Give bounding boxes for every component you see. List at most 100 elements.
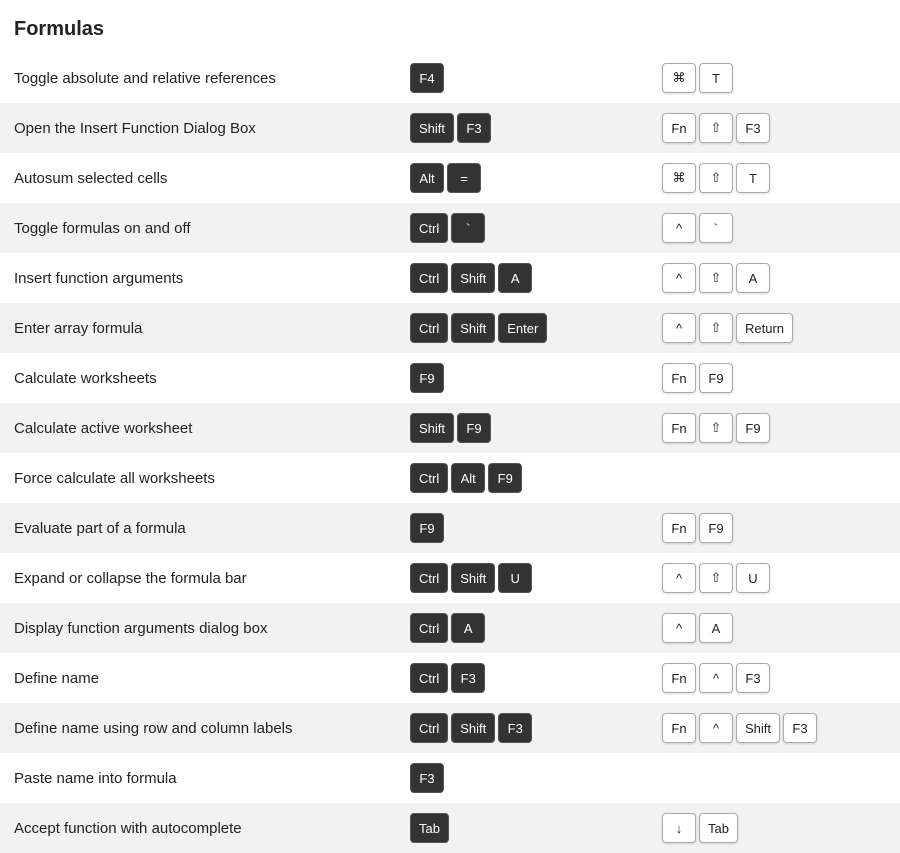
win-keys: F3 (396, 753, 648, 803)
key-badge: Alt (410, 163, 444, 193)
mac-keys (648, 453, 900, 503)
shortcut-label: Enter array formula (0, 303, 396, 353)
mac-keys: Fn^F3 (648, 653, 900, 703)
key-badge: F9 (410, 513, 444, 543)
shortcut-label: Expand or collapse the formula bar (0, 553, 396, 603)
shortcut-label: Autosum selected cells (0, 153, 396, 203)
shortcut-label: Force calculate all worksheets (0, 453, 396, 503)
shortcut-label: Paste name into formula (0, 753, 396, 803)
key-badge: Ctrl (410, 563, 448, 593)
shortcut-label: Define name (0, 653, 396, 703)
key-badge: Shift (410, 113, 454, 143)
key-badge: F9 (736, 413, 770, 443)
key-badge: ^ (699, 713, 733, 743)
key-badge: ⇧ (699, 563, 733, 593)
mac-keys: ^` (648, 203, 900, 253)
shortcut-label: Open the Insert Function Dialog Box (0, 103, 396, 153)
table-row: Autosum selected cellsAlt=⌘⇧T (0, 153, 900, 203)
key-badge: ` (451, 213, 485, 243)
win-keys: CtrlA (396, 603, 648, 653)
table-row: Toggle formulas on and offCtrl`^` (0, 203, 900, 253)
key-badge: Shift (736, 713, 780, 743)
table-row: Calculate worksheetsF9FnF9 (0, 353, 900, 403)
key-badge: Ctrl (410, 663, 448, 693)
key-badge: Fn (662, 713, 696, 743)
win-keys: CtrlShiftF3 (396, 703, 648, 753)
key-badge: ⇧ (699, 263, 733, 293)
key-badge: Fn (662, 113, 696, 143)
key-badge: F4 (410, 63, 444, 93)
shortcut-label: Evaluate part of a formula (0, 503, 396, 553)
key-badge: T (736, 163, 770, 193)
key-badge: Shift (451, 563, 495, 593)
table-row: Define nameCtrlF3Fn^F3 (0, 653, 900, 703)
mac-keys: ^⇧A (648, 253, 900, 303)
win-keys: F4 (396, 53, 648, 103)
key-badge: F3 (451, 663, 485, 693)
key-badge: ⇧ (699, 113, 733, 143)
key-badge: Ctrl (410, 263, 448, 293)
key-badge: F3 (783, 713, 817, 743)
table-row: Paste name into formula F3 (0, 753, 900, 803)
key-badge: Alt (451, 463, 485, 493)
key-badge: ^ (662, 313, 696, 343)
win-keys: CtrlF3 (396, 653, 648, 703)
key-badge: F3 (410, 763, 444, 793)
win-keys: ShiftF3 (396, 103, 648, 153)
win-keys: CtrlShiftEnter (396, 303, 648, 353)
mac-keys: ⌘T (648, 53, 900, 103)
key-badge: ` (699, 213, 733, 243)
win-keys: CtrlShiftU (396, 553, 648, 603)
key-badge: Fn (662, 413, 696, 443)
key-badge: ⇧ (699, 313, 733, 343)
key-badge: Shift (451, 713, 495, 743)
key-badge: F9 (699, 513, 733, 543)
key-badge: Return (736, 313, 793, 343)
key-badge: F3 (457, 113, 491, 143)
key-badge: ↓ (662, 813, 696, 843)
shortcut-label: Calculate worksheets (0, 353, 396, 403)
table-row: Open the Insert Function Dialog BoxShift… (0, 103, 900, 153)
mac-keys: FnF9 (648, 353, 900, 403)
mac-keys: ^⇧Return (648, 303, 900, 353)
key-badge: U (498, 563, 532, 593)
table-row: Calculate active worksheetShiftF9Fn⇧F9 (0, 403, 900, 453)
key-badge: ⇧ (699, 413, 733, 443)
key-badge: T (699, 63, 733, 93)
win-keys: Tab (396, 803, 648, 853)
key-badge: Ctrl (410, 313, 448, 343)
mac-keys: Fn⇧F9 (648, 403, 900, 453)
mac-keys: FnF9 (648, 503, 900, 553)
mac-keys: ⌘⇧T (648, 153, 900, 203)
table-row: Force calculate all worksheetsCtrlAltF9 (0, 453, 900, 503)
shortcut-label: Calculate active worksheet (0, 403, 396, 453)
key-badge: A (498, 263, 532, 293)
win-keys: ShiftF9 (396, 403, 648, 453)
table-row: Accept function with autocompleteTab↓Tab (0, 803, 900, 853)
key-badge: Tab (410, 813, 449, 843)
key-badge: Ctrl (410, 613, 448, 643)
key-badge: = (447, 163, 481, 193)
key-badge: A (736, 263, 770, 293)
win-keys: Ctrl` (396, 203, 648, 253)
mac-keys: Fn⇧F3 (648, 103, 900, 153)
table-row: Display function arguments dialog boxCtr… (0, 603, 900, 653)
key-badge: Fn (662, 513, 696, 543)
key-badge: F9 (488, 463, 522, 493)
key-badge: Tab (699, 813, 738, 843)
mac-keys: ↓Tab (648, 803, 900, 853)
key-badge: F3 (736, 663, 770, 693)
shortcut-label: Toggle absolute and relative references (0, 53, 396, 103)
key-badge: Fn (662, 363, 696, 393)
win-keys: Alt= (396, 153, 648, 203)
shortcut-label: Toggle formulas on and off (0, 203, 396, 253)
key-badge: A (699, 613, 733, 643)
mac-keys: Fn^ShiftF3 (648, 703, 900, 753)
key-badge: Shift (451, 313, 495, 343)
mac-keys: ^A (648, 603, 900, 653)
win-keys: CtrlShiftA (396, 253, 648, 303)
shortcuts-table: Toggle absolute and relative references F… (0, 53, 900, 853)
table-row: Evaluate part of a formulaF9FnF9 (0, 503, 900, 553)
key-badge: ⇧ (699, 163, 733, 193)
key-badge: ^ (662, 213, 696, 243)
